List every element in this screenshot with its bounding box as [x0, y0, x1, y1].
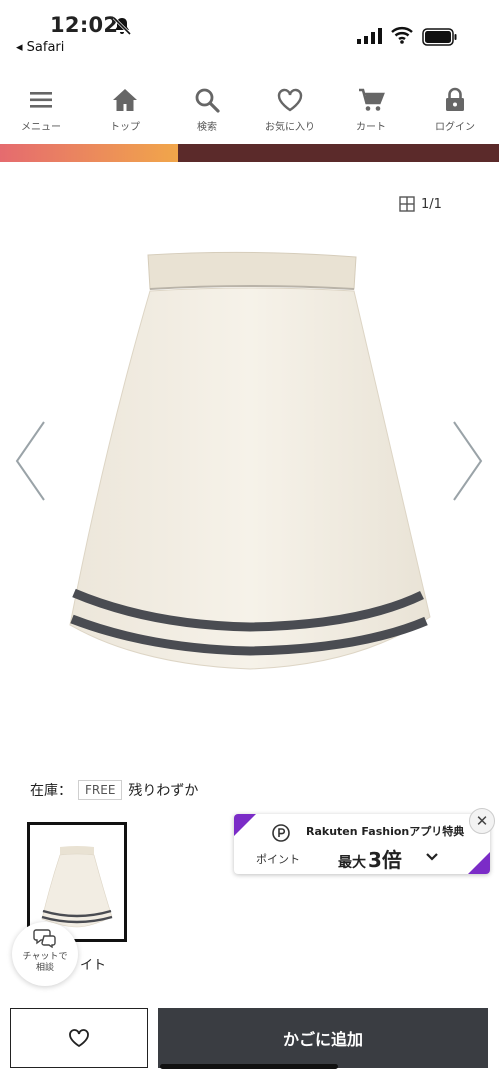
image-counter[interactable]: 1/1 [399, 196, 442, 212]
nav-favorites[interactable]: お気に入り [255, 86, 325, 133]
status-time: 12:02 [50, 13, 119, 37]
color-label: イト [80, 958, 107, 973]
nav-login[interactable]: ログイン [420, 86, 490, 133]
size-chip[interactable]: FREE [78, 780, 123, 800]
lock-icon [446, 87, 464, 111]
promo-corner-accent-bottom [468, 852, 490, 874]
header-nav: メニュー トップ 検索 お気に入り カート ログイン [0, 78, 499, 144]
home-icon [113, 89, 137, 111]
chat-label-line1: チャットで [22, 952, 68, 962]
back-to-safari[interactable]: ◂ Safari [16, 40, 64, 55]
promo-close-button[interactable]: ✕ [469, 808, 495, 834]
wifi-icon [391, 27, 413, 44]
heart-icon [69, 1029, 89, 1048]
promo-multiplier: 3倍 [368, 848, 402, 872]
rakuten-promo-card[interactable]: Rakuten Fashionアプリ特典 ポイント 最大 3倍 [234, 814, 490, 874]
battery-icon [422, 28, 457, 46]
heart-icon [277, 88, 303, 112]
grid-icon [399, 196, 415, 212]
nav-login-label: ログイン [435, 122, 475, 133]
nav-menu-label: メニュー [21, 122, 61, 133]
favorite-button[interactable] [10, 1008, 148, 1068]
nav-cart-label: カート [356, 122, 386, 133]
nav-top[interactable]: トップ [90, 86, 160, 133]
nav-cart[interactable]: カート [336, 86, 406, 133]
prev-image-arrow[interactable] [14, 420, 46, 502]
promo-title: Rakuten Fashionアプリ特典 [306, 825, 465, 838]
product-image[interactable] [60, 245, 440, 685]
chat-label-line2: 相談 [35, 963, 54, 973]
chat-consult-button[interactable]: チャットで 相談 [12, 922, 78, 986]
promo-banner-strip[interactable] [0, 144, 499, 162]
image-counter-text: 1/1 [421, 196, 442, 212]
nav-top-label: トップ [110, 122, 140, 133]
rakuten-point-icon [272, 824, 290, 842]
stock-label: 在庫： [30, 783, 72, 799]
search-icon [195, 88, 220, 113]
promo-max-label: 最大 [338, 855, 366, 871]
close-icon: ✕ [475, 812, 489, 830]
nav-menu[interactable]: メニュー [6, 86, 76, 133]
promo-point-label: ポイント [256, 853, 300, 866]
cart-icon [359, 88, 385, 111]
chat-bubble-icon [33, 929, 56, 949]
nav-search-label: 検索 [197, 122, 217, 133]
stock-row: 在庫： FREE 残りわずか [30, 780, 198, 800]
nav-favorites-label: お気に入り [265, 122, 315, 133]
menu-icon [30, 92, 52, 108]
signal-icon [357, 28, 382, 44]
promo-corner-accent [234, 814, 256, 836]
status-bar: 12:02 ◂ Safari [0, 0, 499, 78]
promo-offer: 最大 3倍 [338, 844, 402, 873]
chevron-down-icon[interactable] [426, 852, 438, 862]
stock-status: 残りわずか [128, 783, 199, 799]
add-to-cart-button[interactable]: かごに追加 [158, 1008, 488, 1068]
bell-muted-icon [112, 16, 132, 36]
nav-search[interactable]: 検索 [172, 86, 242, 133]
home-indicator [160, 1064, 338, 1069]
next-image-arrow[interactable] [452, 420, 484, 502]
